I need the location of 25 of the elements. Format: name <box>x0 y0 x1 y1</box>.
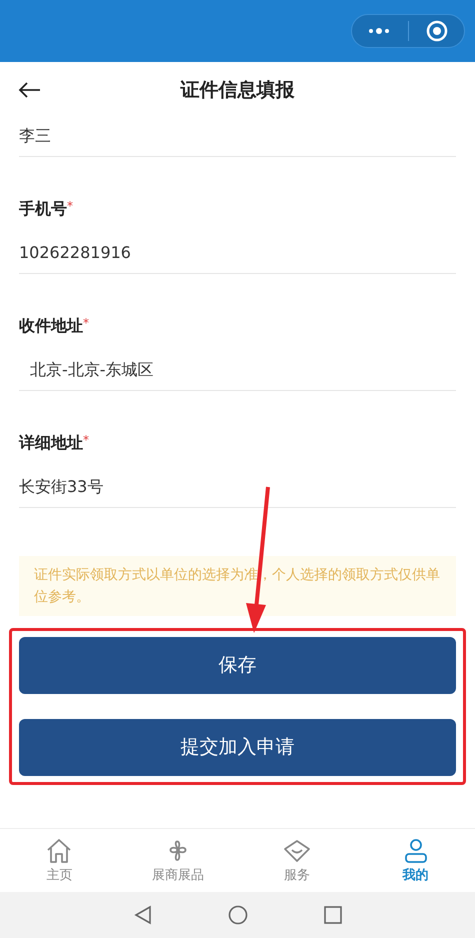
more-icon[interactable] <box>368 27 390 35</box>
notice-text: 证件实际领取方式以单位的选择为准，个人选择的领取方式仅供单位参考。 <box>19 556 456 616</box>
page-title: 证件信息填报 <box>180 78 294 103</box>
submit-button[interactable]: 提交加入申请 <box>19 719 456 776</box>
home-nav-icon[interactable] <box>228 905 248 925</box>
field-label: 手机号 <box>19 198 67 220</box>
tab[interactable]: 主页 <box>0 829 119 892</box>
recents-nav-icon[interactable] <box>324 906 342 924</box>
address-picker[interactable]: 北京-北京-东城区 <box>19 352 456 388</box>
input-field[interactable]: 长安街33号 <box>19 469 456 505</box>
tab[interactable]: 服务 <box>238 829 356 892</box>
submit-button[interactable]: 保存 <box>19 637 456 694</box>
input-field[interactable]: 李三 <box>19 118 456 154</box>
target-icon[interactable] <box>426 20 448 42</box>
field-label: 收件地址 <box>19 315 83 337</box>
tab[interactable]: 展商展品 <box>118 829 238 892</box>
back-icon[interactable] <box>18 81 42 99</box>
capsule-menu[interactable] <box>351 14 465 48</box>
required-mark: * <box>67 198 73 215</box>
required-mark: * <box>83 432 89 449</box>
back-nav-icon[interactable] <box>134 905 152 925</box>
tab[interactable]: 我的 <box>356 829 475 892</box>
input-field[interactable]: 10262281916 <box>19 235 456 271</box>
field-label: 详细地址 <box>19 432 83 454</box>
required-mark: * <box>83 315 89 332</box>
